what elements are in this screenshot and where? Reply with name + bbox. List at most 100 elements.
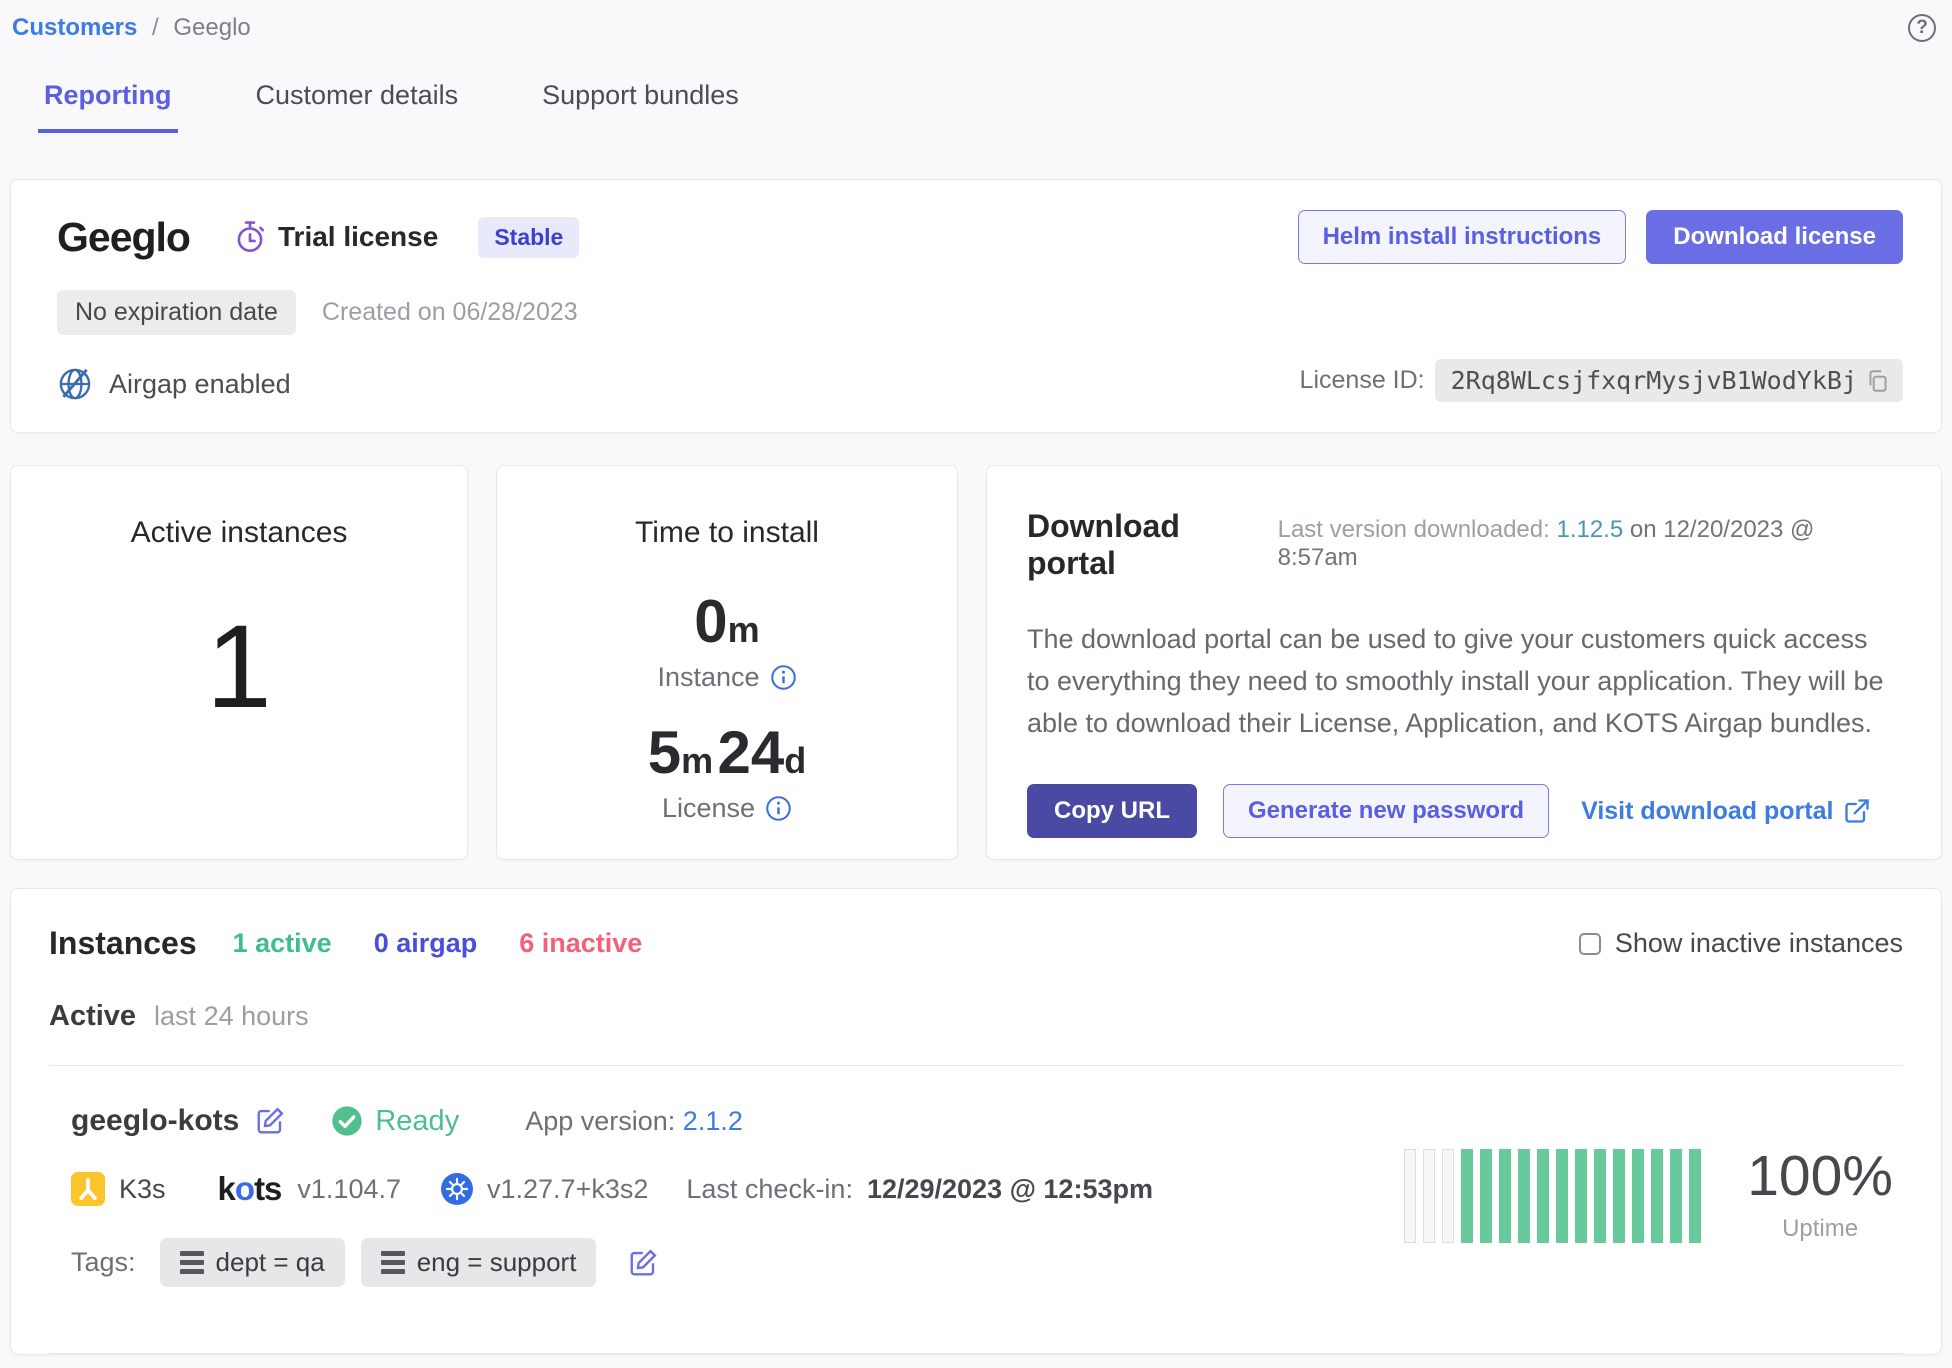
- license-type-label: Trial license: [278, 221, 438, 253]
- uptime-label: Uptime: [1747, 1215, 1893, 1243]
- tab-reporting[interactable]: Reporting: [38, 80, 178, 133]
- download-portal-title: Download portal: [1027, 508, 1278, 582]
- kots-version: v1.104.7: [297, 1174, 401, 1205]
- visit-download-portal-label: Visit download portal: [1581, 797, 1833, 826]
- uptime-bar: [1461, 1149, 1473, 1243]
- uptime-bar: [1632, 1149, 1644, 1243]
- count-airgap: 0 airgap: [374, 928, 478, 959]
- tag-label: dept = qa: [216, 1247, 325, 1278]
- license-time-label-row: License: [527, 793, 927, 824]
- airgap-globe-icon: [57, 366, 93, 402]
- download-portal-description: The download portal can be used to give …: [1027, 618, 1897, 744]
- tag-pill-eng: eng = support: [361, 1238, 597, 1287]
- license-type: Trial license: [234, 220, 438, 254]
- uptime-bar: [1670, 1149, 1682, 1243]
- instance-info-icon[interactable]: [770, 664, 797, 691]
- license-time-label: License: [662, 793, 755, 824]
- tags-label: Tags:: [71, 1247, 136, 1278]
- instance-time-label-row: Instance: [527, 662, 927, 693]
- active-section-sublabel: last 24 hours: [154, 1001, 309, 1032]
- license-id-pill: 2Rq8WLcsjfxqrMysjvB1WodYkBj: [1435, 359, 1903, 402]
- stats-row: Active instances 1 Time to install 0m In…: [10, 465, 1942, 860]
- channel-badge: Stable: [478, 217, 579, 258]
- license-info-icon[interactable]: [765, 795, 792, 822]
- instances-card: Instances 1 active 0 airgap 6 inactive S…: [10, 888, 1942, 1355]
- copy-icon[interactable]: [1865, 368, 1891, 394]
- app-version-label: App version:: [525, 1106, 675, 1136]
- edit-instance-name-icon[interactable]: [255, 1106, 285, 1136]
- kubernetes-version-group: v1.27.7+k3s2: [441, 1173, 648, 1205]
- instance-name: geeglo-kots: [71, 1104, 239, 1138]
- tag-icon: [180, 1251, 204, 1274]
- license-id-value: 2Rq8WLcsjfxqrMysjvB1WodYkBj: [1451, 366, 1857, 395]
- time-to-install-title: Time to install: [527, 516, 927, 550]
- airgap-label: Airgap enabled: [109, 369, 291, 400]
- license-time-months: 5: [648, 719, 681, 786]
- license-id-label: License ID:: [1300, 366, 1425, 395]
- edit-tags-icon[interactable]: [628, 1248, 658, 1278]
- trial-timer-icon: [234, 220, 266, 254]
- active-section-label: Active: [49, 1000, 136, 1033]
- instance-status: Ready: [331, 1105, 459, 1138]
- license-install-time: 5m 24d: [527, 723, 927, 783]
- license-time-months-unit: m: [681, 740, 713, 781]
- expiration-badge: No expiration date: [57, 290, 296, 335]
- app-version: App version: 2.1.2: [525, 1106, 743, 1137]
- created-date: Created on 06/28/2023: [322, 298, 578, 327]
- uptime-bar: [1575, 1149, 1587, 1243]
- external-link-icon: [1843, 797, 1871, 825]
- time-to-install-card: Time to install 0m Instance 5m 24d Licen…: [496, 465, 958, 860]
- uptime-bar: [1499, 1149, 1511, 1243]
- divider: [49, 1353, 1903, 1354]
- help-icon[interactable]: ?: [1908, 14, 1936, 42]
- helm-install-instructions-button[interactable]: Helm install instructions: [1298, 210, 1627, 264]
- uptime-bar: [1556, 1149, 1568, 1243]
- instance-status-label: Ready: [375, 1105, 459, 1138]
- active-instances-title: Active instances: [41, 516, 437, 550]
- download-portal-card: Download portal Last version downloaded:…: [986, 465, 1942, 860]
- uptime-value: 100%: [1747, 1148, 1893, 1205]
- tag-label: eng = support: [417, 1247, 577, 1278]
- license-summary-card: Geeglo Trial license Stable Helm install…: [10, 179, 1942, 433]
- tag-icon: [381, 1251, 405, 1274]
- license-time-days-unit: d: [784, 740, 806, 781]
- last-version-link[interactable]: 1.12.5: [1556, 516, 1623, 543]
- kots-logo: kots: [218, 1170, 282, 1208]
- uptime-bar: [1613, 1149, 1625, 1243]
- last-checkin-label: Last check-in:: [686, 1174, 853, 1205]
- uptime-bar: [1404, 1149, 1416, 1243]
- app-version-link[interactable]: 2.1.2: [683, 1106, 743, 1136]
- ready-check-icon: [331, 1105, 363, 1137]
- show-inactive-checkbox[interactable]: [1579, 933, 1601, 955]
- breadcrumb: Customers / Geeglo: [12, 14, 251, 42]
- breadcrumb-customers-link[interactable]: Customers: [12, 14, 137, 41]
- tab-support-bundles[interactable]: Support bundles: [536, 80, 745, 133]
- tag-pill-dept: dept = qa: [160, 1238, 345, 1287]
- instance-time-unit: m: [728, 609, 760, 650]
- kubernetes-icon: [441, 1173, 473, 1205]
- uptime-bar: [1442, 1149, 1454, 1243]
- generate-new-password-button[interactable]: Generate new password: [1223, 784, 1549, 838]
- visit-download-portal-link[interactable]: Visit download portal: [1581, 797, 1871, 826]
- uptime-bar: [1689, 1149, 1701, 1243]
- last-version-downloaded: Last version downloaded: 1.12.5 on 12/20…: [1278, 516, 1901, 572]
- show-inactive-label: Show inactive instances: [1615, 928, 1903, 959]
- show-inactive-toggle[interactable]: Show inactive instances: [1579, 928, 1903, 959]
- uptime-bars: [1404, 1149, 1701, 1243]
- uptime-bar: [1651, 1149, 1663, 1243]
- uptime-bar: [1480, 1149, 1492, 1243]
- last-version-prefix: Last version downloaded:: [1278, 516, 1550, 543]
- tab-bar: Reporting Customer details Support bundl…: [10, 80, 1942, 133]
- customer-name: Geeglo: [57, 214, 190, 261]
- distribution-label: K3s: [119, 1174, 166, 1205]
- topbar: Customers / Geeglo ?: [10, 14, 1942, 42]
- breadcrumb-separator: /: [152, 14, 159, 41]
- instances-title: Instances: [49, 925, 197, 962]
- copy-url-button[interactable]: Copy URL: [1027, 784, 1197, 838]
- k3s-icon: [71, 1172, 105, 1206]
- tags-row: Tags: dept = qa eng = support: [71, 1238, 1404, 1287]
- uptime-bar: [1537, 1149, 1549, 1243]
- tab-customer-details[interactable]: Customer details: [250, 80, 465, 133]
- breadcrumb-current: Geeglo: [173, 14, 250, 41]
- download-license-button[interactable]: Download license: [1646, 210, 1903, 264]
